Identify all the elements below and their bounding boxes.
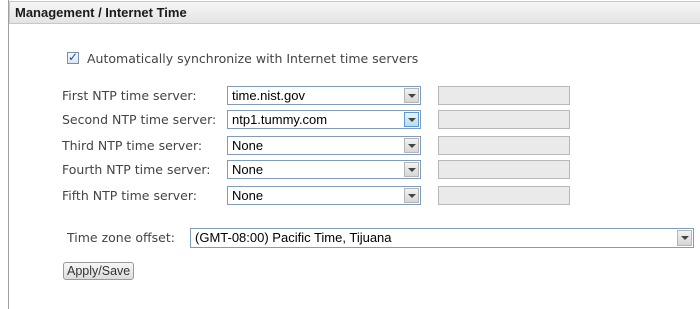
auto-sync-row: ✓ Automatically synchronize with Interne… bbox=[67, 50, 418, 66]
ntp-server-other-input-3 bbox=[438, 136, 570, 155]
chevron-down-icon[interactable] bbox=[404, 138, 419, 153]
chevron-down-icon[interactable] bbox=[404, 112, 419, 127]
select-value: None bbox=[232, 162, 264, 177]
select-value: ntp1.tummy.com bbox=[232, 112, 328, 127]
chevron-down-icon[interactable] bbox=[404, 88, 419, 103]
ntp-server-other-input-5 bbox=[438, 186, 570, 205]
select-value: time.nist.gov bbox=[232, 88, 305, 103]
select-value: None bbox=[232, 138, 264, 153]
apply-save-button[interactable]: Apply/Save bbox=[63, 262, 135, 280]
select-value: None bbox=[232, 188, 264, 203]
ntp-server-select-4[interactable]: None bbox=[227, 160, 421, 179]
chevron-down-icon[interactable] bbox=[404, 162, 419, 177]
ntp-server-select-5[interactable]: None bbox=[227, 186, 421, 205]
timezone-select[interactable]: (GMT-08:00) Pacific Time, Tijuana bbox=[190, 228, 694, 248]
chevron-down-icon[interactable] bbox=[404, 188, 419, 203]
ntp-server-select-3[interactable]: None bbox=[227, 136, 421, 155]
ntp-server-label: Fifth NTP time server: bbox=[62, 188, 198, 203]
ntp-server-label: First NTP time server: bbox=[62, 88, 197, 103]
page-title: Management / Internet Time bbox=[15, 5, 187, 20]
ntp-server-label: Third NTP time server: bbox=[62, 138, 203, 153]
auto-sync-label: Automatically synchronize with Internet … bbox=[87, 50, 419, 66]
chevron-down-icon[interactable] bbox=[677, 230, 692, 246]
ntp-server-label: Second NTP time server: bbox=[62, 112, 217, 127]
ntp-server-select-1[interactable]: time.nist.gov bbox=[227, 86, 421, 105]
auto-sync-checkbox[interactable]: ✓ bbox=[67, 50, 79, 64]
ntp-server-label: Fourth NTP time server: bbox=[62, 162, 211, 177]
select-value: (GMT-08:00) Pacific Time, Tijuana bbox=[195, 230, 392, 245]
checkmark-icon: ✓ bbox=[68, 50, 79, 64]
ntp-server-other-input-2 bbox=[438, 110, 570, 129]
ntp-server-other-input-1 bbox=[438, 86, 570, 105]
ntp-server-select-2[interactable]: ntp1.tummy.com bbox=[227, 110, 421, 129]
ntp-server-other-input-4 bbox=[438, 160, 570, 179]
page-header: Management / Internet Time bbox=[9, 1, 700, 24]
timezone-label: Time zone offset: bbox=[67, 230, 175, 245]
